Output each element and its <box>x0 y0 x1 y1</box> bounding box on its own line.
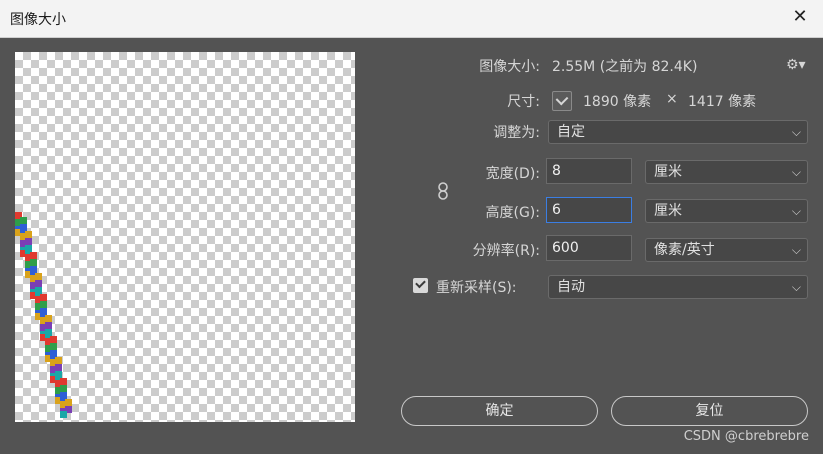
height-label: 高度(G): <box>485 205 541 221</box>
preview-pixel <box>60 411 67 418</box>
dimensions-unit-dropdown-icon[interactable] <box>552 91 572 111</box>
fit-to-select[interactable]: 自定 ⌵ <box>548 120 808 144</box>
resolution-unit-select[interactable]: 像素/英寸 ⌵ <box>645 238 808 262</box>
width-unit-value: 厘米 <box>654 164 682 180</box>
image-size-value: 2.55M (之前为 82.4K) <box>552 59 698 75</box>
image-size-dialog: 图像大小 ✕ 图像大小: 2.55M (之前为 82.4K) ⚙▾ 尺寸: 18… <box>0 0 823 454</box>
dimensions-label: 尺寸: <box>507 94 540 110</box>
resample-select[interactable]: 自动 ⌵ <box>548 275 808 299</box>
dialog-title: 图像大小 <box>10 12 66 28</box>
resample-label: 重新采样(S): <box>436 280 517 296</box>
chevron-down-icon: ⌵ <box>791 243 801 257</box>
ok-button[interactable]: 确定 <box>401 396 598 426</box>
height-input[interactable]: 6 <box>546 197 632 223</box>
dimensions-times: × <box>666 91 678 107</box>
chevron-down-icon: ⌵ <box>791 165 801 179</box>
width-label: 宽度(D): <box>485 166 540 182</box>
dimensions-width: 1890 像素 <box>583 94 652 110</box>
height-unit-select[interactable]: 厘米 ⌵ <box>645 199 808 223</box>
height-unit-value: 厘米 <box>654 203 682 219</box>
title-bar: 图像大小 ✕ <box>0 0 823 38</box>
image-preview[interactable] <box>15 52 355 422</box>
reset-button[interactable]: 复位 <box>611 396 808 426</box>
dimensions-height: 1417 像素 <box>688 94 757 110</box>
resolution-label: 分辨率(R): <box>472 243 540 259</box>
fit-to-label: 调整为: <box>493 125 540 141</box>
gear-icon[interactable]: ⚙▾ <box>786 57 806 73</box>
width-unit-select[interactable]: 厘米 ⌵ <box>645 160 808 184</box>
resolution-input[interactable]: 600 <box>546 235 632 261</box>
chevron-down-icon: ⌵ <box>791 204 801 218</box>
resample-checkbox[interactable] <box>413 278 428 293</box>
chevron-down-icon: ⌵ <box>791 125 801 139</box>
fit-to-value: 自定 <box>557 124 585 140</box>
close-icon[interactable]: ✕ <box>789 6 811 28</box>
chevron-down-icon: ⌵ <box>791 280 801 294</box>
watermark: CSDN @cbrebrebre <box>683 429 809 444</box>
link-icon-svg <box>438 182 448 200</box>
width-input[interactable]: 8 <box>546 158 632 184</box>
link-icon[interactable] <box>436 182 450 200</box>
resample-value: 自动 <box>557 279 585 295</box>
resolution-unit-value: 像素/英寸 <box>654 242 715 258</box>
image-size-label: 图像大小: <box>479 59 540 75</box>
